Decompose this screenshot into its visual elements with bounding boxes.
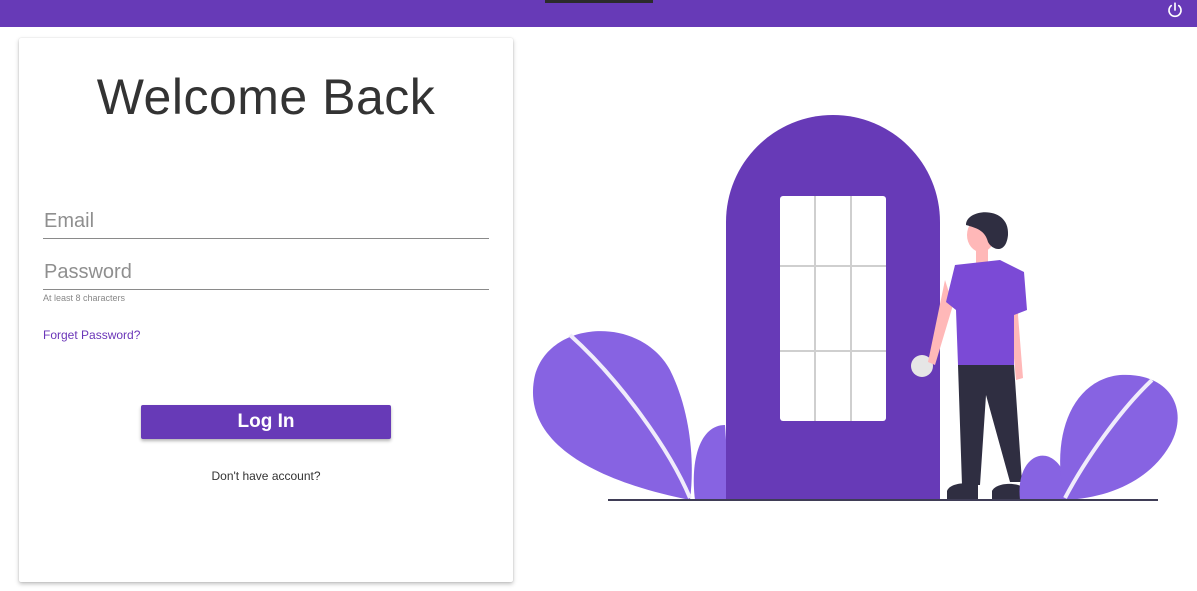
header-tab-indicator [545,0,653,3]
left-plant [532,331,730,500]
login-card: Welcome Back At least 8 characters Forge… [19,38,513,582]
power-icon [1168,2,1182,18]
password-field-wrapper [43,261,489,290]
door [726,115,940,500]
email-field-wrapper [43,210,489,239]
page-title: Welcome Back [96,69,436,125]
welcome-illustration [532,115,1178,501]
password-field[interactable] [43,261,489,290]
login-button[interactable]: Log In [141,405,391,439]
forgot-password-link[interactable]: Forget Password? [43,328,140,342]
signup-link[interactable]: Don't have account? [19,469,513,483]
app-header [0,0,1197,27]
password-hint: At least 8 characters [43,293,126,303]
email-field[interactable] [43,210,489,239]
power-button[interactable] [1163,0,1187,20]
right-plant [1019,374,1178,500]
